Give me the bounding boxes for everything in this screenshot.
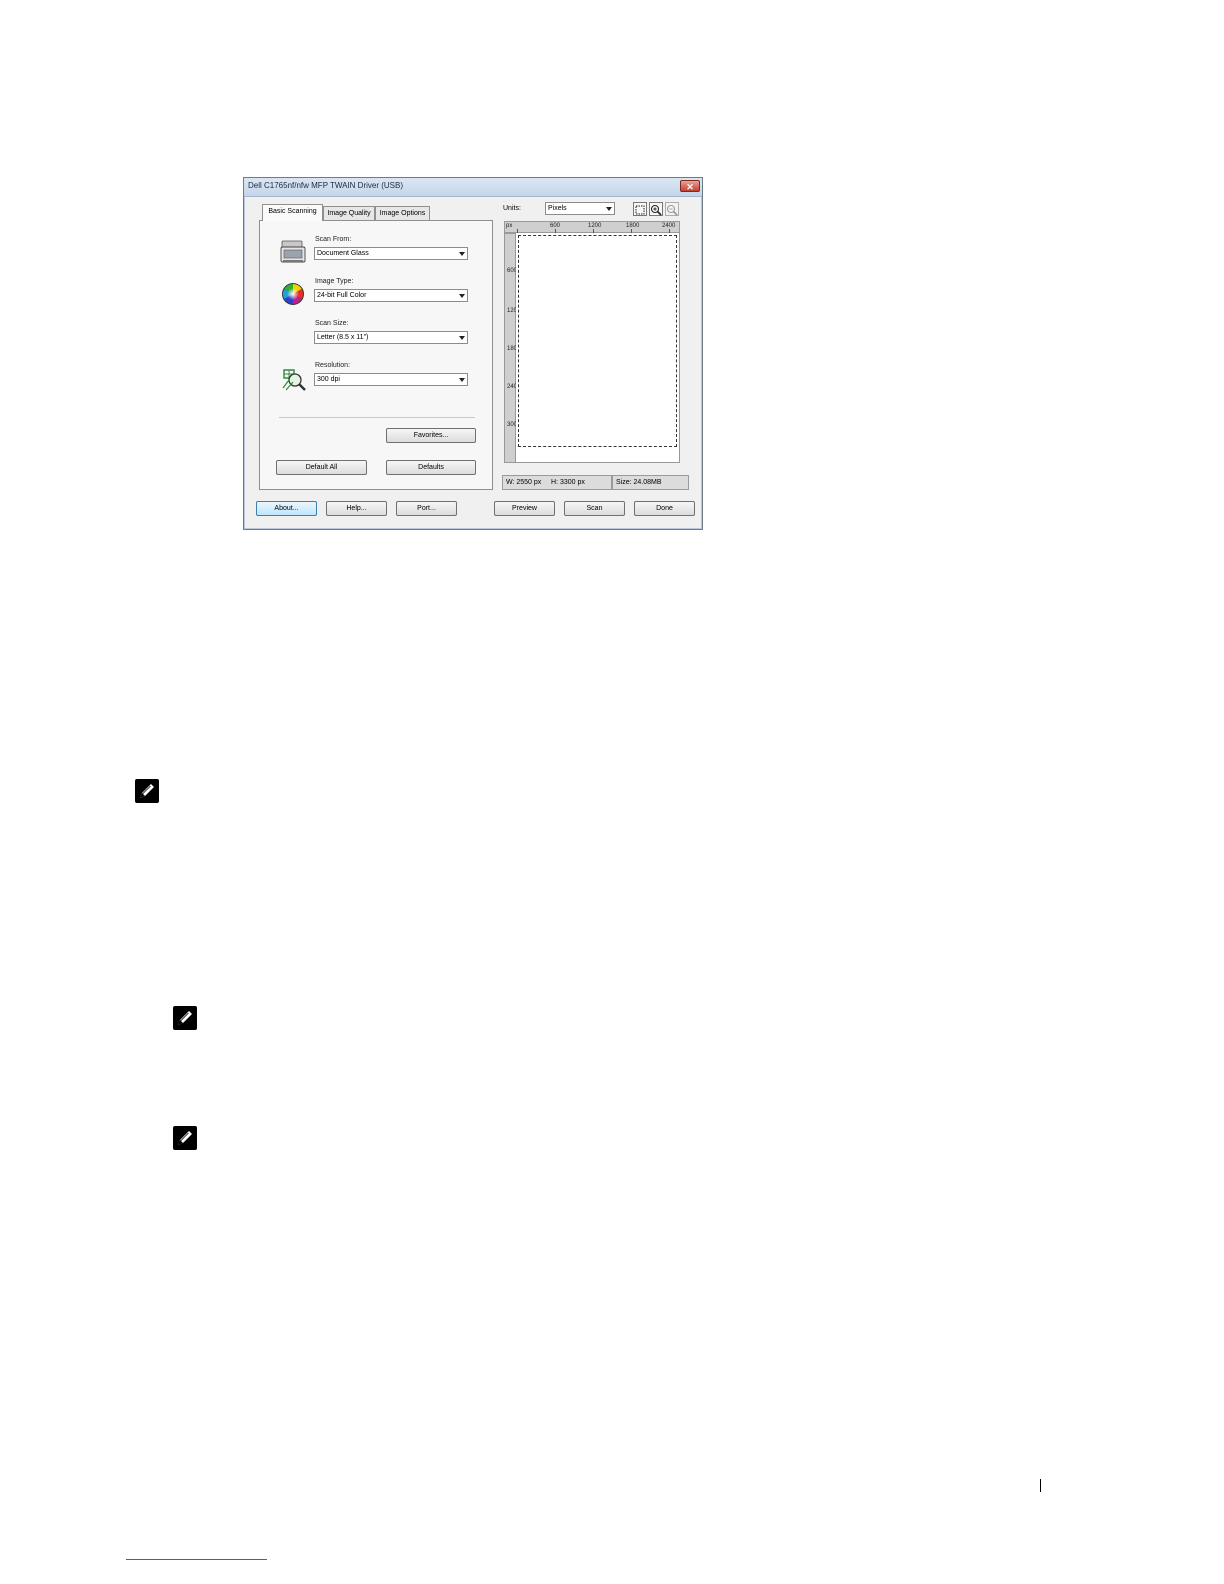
chevron-down-icon: [459, 336, 465, 340]
image-type-select[interactable]: 24-bit Full Color: [314, 289, 468, 302]
favorites-button[interactable]: Favorites...: [386, 428, 476, 443]
scan-from-select[interactable]: Document Glass: [314, 247, 468, 260]
twain-driver-dialog: Dell C1765nf/nfw MFP TWAIN Driver (USB) …: [243, 177, 703, 530]
tab-basic-scanning[interactable]: Basic Scanning: [262, 204, 323, 221]
page-number-separator: [1040, 1479, 1041, 1492]
scan-selection-rectangle[interactable]: [518, 235, 677, 447]
scan-size-label: Scan Size:: [315, 320, 349, 327]
ruler-v-tick: 1200: [507, 308, 521, 314]
ruler-v-tick: 3000: [507, 422, 521, 428]
chevron-down-icon: [459, 378, 465, 382]
resolution-icon: [281, 366, 307, 392]
ruler-h-tick: 1200: [588, 223, 602, 229]
image-type-value: 24-bit Full Color: [317, 292, 367, 299]
chevron-down-icon: [459, 252, 465, 256]
note-pencil-icon: [173, 1126, 197, 1150]
status-width: W: 2550 px: [506, 479, 542, 486]
note-pencil-icon: [135, 779, 159, 803]
units-label: Units:: [503, 205, 521, 212]
about-button[interactable]: About...: [256, 501, 317, 516]
dialog-title: Dell C1765nf/nfw MFP TWAIN Driver (USB): [248, 181, 403, 190]
horizontal-ruler: px 600 1200 1800 2400: [504, 221, 680, 233]
zoom-in-icon[interactable]: [649, 202, 663, 216]
resolution-label: Resolution:: [315, 362, 351, 369]
help-button[interactable]: Help...: [326, 501, 387, 516]
footer-link-underline[interactable]: [126, 1559, 267, 1560]
units-value: Pixels: [548, 205, 567, 212]
done-button[interactable]: Done: [634, 501, 695, 516]
chevron-down-icon: [606, 207, 612, 211]
vertical-ruler: 600 1200 1800 2400 3000: [504, 233, 521, 463]
image-type-label: Image Type:: [315, 278, 354, 285]
zoom-out-icon[interactable]: [665, 202, 679, 216]
scan-button[interactable]: Scan: [564, 501, 625, 516]
ruler-h-tick: 1800: [626, 223, 640, 229]
status-dimensions: W: 2550 px H: 3300 px: [502, 475, 612, 490]
scanner-icon: [280, 238, 306, 266]
ruler-v-tick: 600: [507, 268, 518, 274]
ruler-v-tick: 1800: [507, 346, 521, 352]
scan-from-value: Document Glass: [317, 250, 369, 257]
status-size: Size: 24.08MB: [612, 475, 689, 490]
units-select[interactable]: Pixels: [545, 202, 615, 215]
tab-image-options[interactable]: Image Options: [375, 206, 430, 220]
scan-from-label: Scan From:: [315, 236, 352, 243]
resolution-value: 300 dpi: [317, 376, 340, 383]
chevron-down-icon: [459, 294, 465, 298]
tab-image-quality[interactable]: Image Quality: [323, 206, 375, 220]
status-height: H: 3300 px: [551, 479, 585, 486]
ruler-unit: px: [506, 223, 513, 229]
port-button[interactable]: Port...: [396, 501, 457, 516]
resolution-select[interactable]: 300 dpi: [314, 373, 468, 386]
select-area-icon[interactable]: [633, 202, 647, 216]
close-button[interactable]: ✕: [680, 180, 700, 192]
scan-size-value: Letter (8.5 x 11"): [317, 334, 369, 341]
color-wheel-icon: [281, 282, 305, 306]
default-all-button[interactable]: Default All: [276, 460, 367, 475]
panel-divider: [279, 417, 475, 418]
preview-button[interactable]: Preview: [494, 501, 555, 516]
title-bar[interactable]: Dell C1765nf/nfw MFP TWAIN Driver (USB) …: [244, 178, 702, 197]
scan-size-select[interactable]: Letter (8.5 x 11"): [314, 331, 468, 344]
defaults-button[interactable]: Defaults: [386, 460, 476, 475]
note-pencil-icon: [173, 1006, 197, 1030]
ruler-v-tick: 2400: [507, 384, 521, 390]
